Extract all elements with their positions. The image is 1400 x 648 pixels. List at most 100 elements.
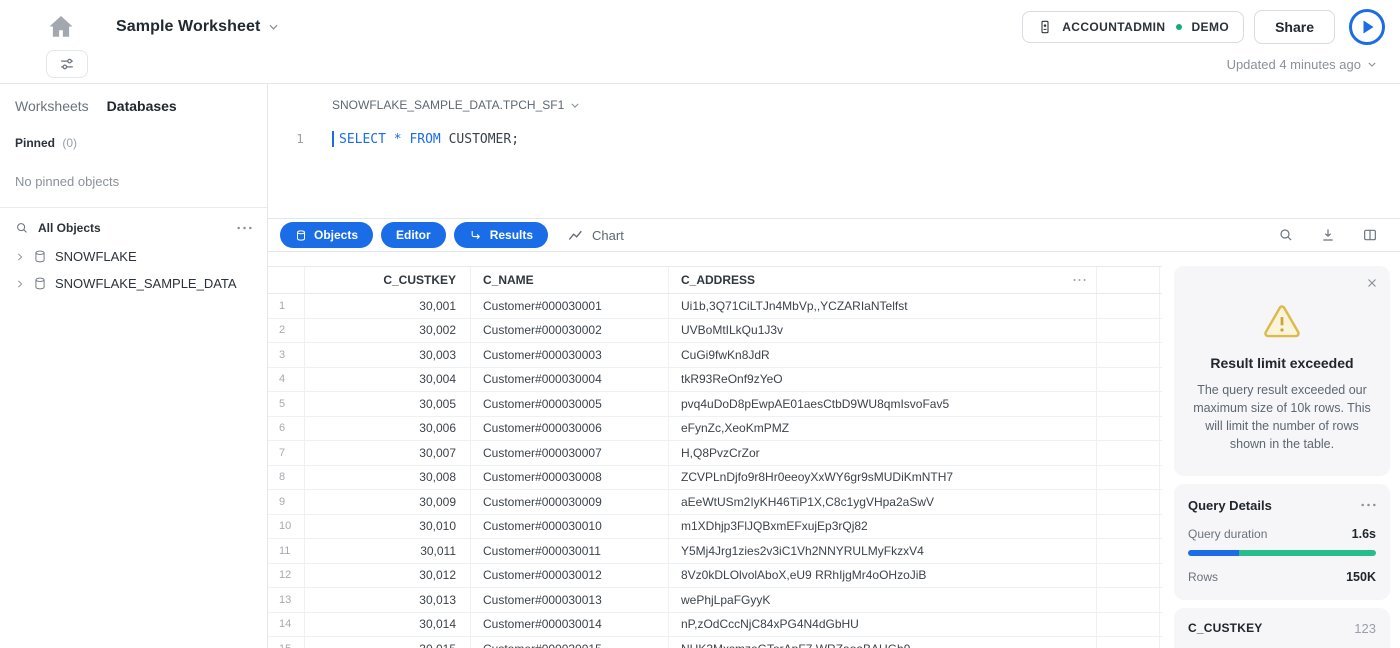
cell-address[interactable]: 8Vz0kDLOlvolAboX,eU9 RRhIjgMr4oOHzoJiB [668,564,1096,588]
cell-address[interactable]: Ui1b,3Q71CiLTJn4MbVp,,YCZARIaNTelfst [668,294,1096,318]
cell-address[interactable]: m1XDhjp3FlJQBxmEFxujEp3rQj82 [668,515,1096,539]
table-row[interactable]: 730,007Customer#000030007H,Q8PvzCrZor [268,441,1162,466]
cell-custkey[interactable]: 30,009 [304,490,470,514]
cell-custkey[interactable]: 30,001 [304,294,470,318]
run-query-button[interactable] [1348,8,1386,46]
table-row[interactable]: 1130,011Customer#000030011Y5Mj4Jrg1zies2… [268,539,1162,564]
sql-editor[interactable]: SNOWFLAKE_SAMPLE_DATA.TPCH_SF1 1 SELECT … [268,84,1400,218]
cell-custkey[interactable]: 30,003 [304,343,470,367]
cell-name[interactable]: Customer#000030002 [470,319,668,343]
cell-address[interactable]: nP,zOdCccNjC84xPG4N4dGbHU [668,613,1096,637]
cell-custkey[interactable]: 30,014 [304,613,470,637]
tab-worksheets[interactable]: Worksheets [15,98,89,114]
split-layout-button[interactable] [1362,227,1378,243]
cell-custkey[interactable]: 30,013 [304,588,470,612]
tab-databases[interactable]: Databases [107,98,177,114]
cell-custkey[interactable]: 30,006 [304,417,470,441]
table-row[interactable]: 1430,014Customer#000030014nP,zOdCccNjC84… [268,613,1162,638]
table-row[interactable]: 1530,015Customer#000030015NHK3MxsmzeGTor… [268,637,1162,648]
cell-name[interactable]: Customer#000030010 [470,515,668,539]
table-row[interactable]: 1330,013Customer#000030013wePhjLpaFGyyK [268,588,1162,613]
editor-toggle-button[interactable]: Editor [381,222,446,248]
cell-name[interactable]: Customer#000030014 [470,613,668,637]
cell-address[interactable]: eFynZc,XeoKmPMZ [668,417,1096,441]
cell-address[interactable]: ZCVPLnDjfo9r8Hr0eeoyXxWY6gr9sMUDiKmNTH7 [668,466,1096,490]
cell-name[interactable]: Customer#000030003 [470,343,668,367]
cell-name[interactable]: Customer#000030015 [470,637,668,648]
cell-name[interactable]: Customer#000030012 [470,564,668,588]
code-line[interactable]: SELECT * FROM CUSTOMER; [339,132,519,147]
download-results-button[interactable] [1320,227,1336,243]
cell-name[interactable]: Customer#000030007 [470,441,668,465]
cell-address[interactable]: aEeWtUSm2IyKH46TiP1X,C8c1ygVHpa2aSwV [668,490,1096,514]
cell-custkey[interactable]: 30,010 [304,515,470,539]
worksheet-title[interactable]: Sample Worksheet [116,18,260,36]
column-header-address[interactable]: C_ADDRESS [668,267,1096,293]
results-toggle-button[interactable]: Results [454,222,548,248]
cell-address[interactable]: pvq4uDoD8pEwpAE01aesCtbD9WU8qmIsvoFav5 [668,392,1096,416]
cell-name[interactable]: Customer#000030013 [470,588,668,612]
table-row[interactable]: 630,006Customer#000030006eFynZc,XeoKmPMZ [268,417,1162,442]
cell-name[interactable]: Customer#000030011 [470,539,668,563]
home-icon[interactable] [46,12,76,42]
role-context-selector[interactable]: ACCOUNTADMIN DEMO [1022,11,1244,43]
column-header-custkey[interactable]: C_CUSTKEY [304,267,470,293]
all-objects-menu-button[interactable] [237,226,252,230]
table-row[interactable]: 230,002Customer#000030002UVBoMtILkQu1J3v [268,319,1162,344]
table-row[interactable]: 830,008Customer#000030008ZCVPLnDjfo9r8Hr… [268,466,1162,491]
cell-custkey[interactable]: 30,008 [304,466,470,490]
cell-address[interactable]: wePhjLpaFGyyK [668,588,1096,612]
context-status-dot [1176,24,1182,30]
cell-name[interactable]: Customer#000030008 [470,466,668,490]
search-icon [1278,227,1294,243]
cell-custkey[interactable]: 30,004 [304,368,470,392]
context-label: DEMO [1191,20,1229,34]
cell-address[interactable]: NHK3MxsmzeGTorApF7 WRZaoaBAUGh9, [668,637,1096,648]
query-duration-bar [1188,550,1376,556]
close-icon[interactable] [1366,277,1378,289]
cell-address[interactable]: Y5Mj4Jrg1zies2v3iC1Vh2NNYRULMyFkzxV4 [668,539,1096,563]
cell-address[interactable]: tkR93ReOnf9zYeO [668,368,1096,392]
column-menu-button[interactable] [1073,278,1096,282]
table-row[interactable]: 330,003Customer#000030003CuGi9fwKn8JdR [268,343,1162,368]
chart-toggle-button[interactable]: Chart [568,228,624,243]
table-row[interactable]: 930,009Customer#000030009aEeWtUSm2IyKH46… [268,490,1162,515]
line-chart-icon [568,229,584,242]
cell-address[interactable]: H,Q8PvzCrZor [668,441,1096,465]
cell-custkey[interactable]: 30,012 [304,564,470,588]
cell-name[interactable]: Customer#000030001 [470,294,668,318]
cell-custkey[interactable]: 30,011 [304,539,470,563]
search-icon[interactable] [15,221,29,235]
cell-name[interactable]: Customer#000030009 [470,490,668,514]
sidebar-item-snowflake-sample-data[interactable]: SNOWFLAKE_SAMPLE_DATA [0,270,267,297]
share-button[interactable]: Share [1254,10,1335,44]
row-number: 2 [268,319,304,343]
column-header-name[interactable]: C_NAME [470,267,668,293]
table-row[interactable]: 130,001Customer#000030001Ui1b,3Q71CiLTJn… [268,294,1162,319]
sidebar-item-snowflake[interactable]: SNOWFLAKE [0,243,267,270]
cell-custkey[interactable]: 30,002 [304,319,470,343]
cell-name[interactable]: Customer#000030006 [470,417,668,441]
table-row[interactable]: 1230,012Customer#0000300128Vz0kDLOlvolAb… [268,564,1162,589]
query-details-menu-button[interactable] [1361,503,1376,507]
cell-filler [1096,637,1160,648]
updated-timestamp[interactable]: Updated 4 minutes ago [1227,57,1376,72]
database-context-selector[interactable]: SNOWFLAKE_SAMPLE_DATA.TPCH_SF1 [268,84,1400,112]
chevron-down-icon[interactable] [269,24,278,30]
objects-toggle-button[interactable]: Objects [280,222,373,248]
cell-custkey[interactable]: 30,005 [304,392,470,416]
worksheet-settings-button[interactable] [46,50,88,78]
sliders-icon [58,56,76,72]
cell-address[interactable]: UVBoMtILkQu1J3v [668,319,1096,343]
cell-custkey[interactable]: 30,007 [304,441,470,465]
results-table: C_CUSTKEY C_NAME C_ADDRESS 130,001Custom… [268,252,1162,648]
cell-address[interactable]: CuGi9fwKn8JdR [668,343,1096,367]
table-row[interactable]: 430,004Customer#000030004tkR93ReOnf9zYeO [268,368,1162,393]
cell-custkey[interactable]: 30,015 [304,637,470,648]
cell-name[interactable]: Customer#000030005 [470,392,668,416]
cell-name[interactable]: Customer#000030004 [470,368,668,392]
search-results-button[interactable] [1278,227,1294,243]
table-row[interactable]: 1030,010Customer#000030010m1XDhjp3FlJQBx… [268,515,1162,540]
table-row[interactable]: 530,005Customer#000030005pvq4uDoD8pEwpAE… [268,392,1162,417]
custkey-histogram-card[interactable]: C_CUSTKEY 123 1 150,000 [1174,608,1390,648]
